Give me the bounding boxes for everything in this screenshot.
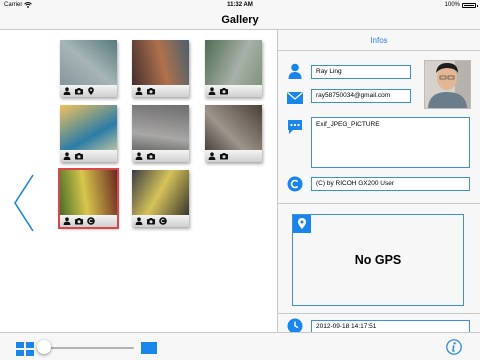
person-icon [63, 217, 71, 225]
camera-icon [220, 87, 228, 95]
thumbnail-info-bar [132, 85, 189, 97]
copyright-icon [87, 217, 95, 225]
battery-group: 100% [444, 0, 478, 10]
camera-icon [220, 152, 228, 160]
no-gps-label: No GPS [354, 253, 402, 267]
info-header: Infos [278, 30, 480, 51]
photo-thumbnail[interactable] [205, 105, 262, 162]
name-field[interactable]: Ray Ling [311, 65, 411, 79]
person-icon [135, 217, 143, 225]
person-icon [208, 152, 216, 160]
photo-thumbnail[interactable] [205, 40, 262, 97]
photo-thumbnail[interactable] [132, 40, 189, 97]
avatar [424, 60, 471, 109]
slider-handle[interactable] [37, 340, 51, 354]
copyright-field[interactable]: (C) by RICOH GX200 User [311, 177, 470, 191]
battery-percent: 100% [444, 2, 460, 8]
photo-thumbnail[interactable] [60, 105, 117, 162]
thumbnail-info-bar [60, 150, 117, 162]
thumbnail-size-slider[interactable] [44, 347, 134, 349]
gps-map-box: No GPS [292, 214, 464, 306]
person-icon [63, 152, 71, 160]
thumbnail-info-bar [132, 215, 189, 227]
divider [278, 313, 480, 314]
person-icon [135, 152, 143, 160]
camera-icon [75, 152, 83, 160]
photo-thumbnail[interactable] [132, 170, 189, 227]
thumbnail-info-bar [205, 85, 262, 97]
small-grid-icon[interactable] [16, 342, 34, 356]
location-pin-icon [87, 87, 95, 95]
navigation-bar: Gallery [0, 10, 480, 30]
thumbnail-info-bar [60, 215, 117, 227]
comment-field[interactable]: Exif_JPEG_PICTURE [311, 117, 470, 168]
camera-icon [75, 87, 83, 95]
person-icon [135, 87, 143, 95]
comment-icon [288, 120, 302, 134]
photo-thumbnail[interactable] [132, 105, 189, 162]
copyright-icon [287, 176, 303, 192]
gallery-panel [0, 30, 277, 332]
clock-icon [287, 318, 303, 332]
person-icon [288, 63, 302, 79]
chevron-left-icon[interactable] [13, 174, 35, 232]
photo-thumbnail[interactable] [58, 168, 119, 229]
person-icon [63, 87, 71, 95]
photo-thumbnail[interactable] [60, 40, 117, 97]
status-bar: Carrier 11:32 AM 100% [0, 0, 480, 10]
battery-icon [462, 2, 478, 8]
mail-icon [287, 92, 303, 104]
info-panel: Infos Ray Ling ray58750034@gmail.com Exi… [277, 30, 480, 332]
thumbnail-info-bar [60, 85, 117, 97]
thumbnail-info-bar [205, 150, 262, 162]
bottom-toolbar [0, 332, 480, 360]
email-field[interactable]: ray58750034@gmail.com [311, 89, 411, 103]
date-field[interactable]: 2012-09-18 14:17:51 [311, 320, 470, 332]
page-title: Gallery [221, 14, 259, 26]
camera-icon [147, 87, 155, 95]
location-pin-icon [293, 215, 311, 233]
camera-icon [75, 217, 83, 225]
clock: 11:32 AM [227, 2, 253, 8]
divider [278, 203, 480, 204]
camera-icon [147, 152, 155, 160]
person-icon [208, 87, 216, 95]
info-icon[interactable] [446, 339, 462, 355]
camera-icon [147, 217, 155, 225]
copyright-icon [159, 217, 167, 225]
large-thumbnail-icon[interactable] [141, 342, 157, 354]
thumbnail-info-bar [132, 150, 189, 162]
